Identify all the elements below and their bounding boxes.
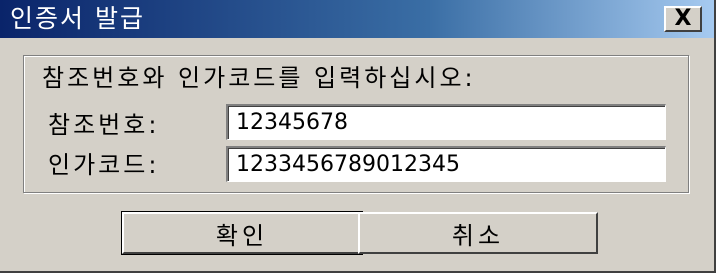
certificate-issue-dialog: 인증서 발급 X 참조번호와 인가코드를 입력하십시오: 참조번호: 인가코드:… bbox=[0, 0, 716, 273]
reference-number-input[interactable] bbox=[226, 104, 666, 140]
authorization-code-input[interactable] bbox=[226, 146, 666, 182]
reference-number-label: 참조번호: bbox=[48, 111, 160, 139]
ok-button[interactable]: 확인 bbox=[121, 211, 363, 255]
instruction-text: 참조번호와 인가코드를 입력하십시오: bbox=[42, 64, 476, 92]
authorization-code-label: 인가코드: bbox=[48, 151, 160, 179]
cancel-button[interactable]: 취소 bbox=[358, 212, 598, 254]
close-button[interactable]: X bbox=[664, 6, 702, 32]
dialog-title: 인증서 발급 bbox=[10, 4, 145, 33]
title-bar[interactable]: 인증서 발급 X bbox=[0, 0, 714, 38]
close-icon: X bbox=[674, 6, 692, 31]
